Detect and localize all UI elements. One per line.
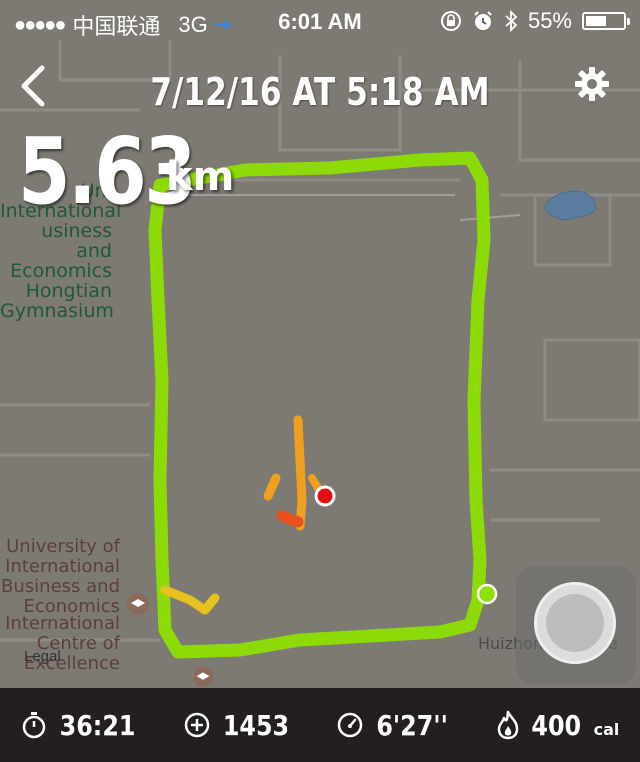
back-chevron-icon[interactable] <box>14 64 54 108</box>
stopwatch-icon <box>22 712 45 739</box>
calories-value: 400 <box>531 708 582 742</box>
stat-duration: 36:21 <box>21 709 142 742</box>
page-title: 7/12/16 AT 5:18 AM <box>150 70 490 114</box>
distance-unit: km <box>166 154 235 200</box>
stat-pace: 6'27'' <box>336 709 454 742</box>
battery-percentage: 55% <box>527 8 572 33</box>
distance-display: 5.63 km <box>18 118 235 225</box>
stats-bar: 36:21 1453 6'27'' 400 cal <box>0 688 640 762</box>
steps-value: 1453 <box>222 708 289 742</box>
battery-icon <box>582 12 630 30</box>
run-summary-screen: Uni International usiness and Economics … <box>0 0 640 762</box>
bluetooth-icon <box>505 10 518 32</box>
speedometer-icon <box>337 712 363 738</box>
settings-gear-icon[interactable] <box>572 64 612 104</box>
current-location-button[interactable] <box>516 566 636 684</box>
map-label-university: University of International Business and… <box>1 536 120 617</box>
start-marker-icon <box>476 583 498 605</box>
location-center-icon <box>546 594 604 652</box>
battery-fill <box>586 16 606 26</box>
duration-value: 36:21 <box>59 708 136 742</box>
end-marker-icon <box>314 485 336 507</box>
school-icon <box>127 593 149 615</box>
legal-link[interactable]: Legal <box>24 648 61 665</box>
school-icon-2 <box>192 666 214 688</box>
steps-icon <box>184 712 210 738</box>
orientation-lock-icon <box>440 11 461 31</box>
pace-value: 6'27'' <box>376 708 448 742</box>
status-right: 55% <box>440 8 630 34</box>
calories-unit: cal <box>593 719 620 739</box>
alarm-icon <box>474 11 492 30</box>
flame-icon <box>497 710 519 740</box>
stat-steps: 1453 <box>183 709 295 742</box>
map-label-centre: International Centre of Excellence <box>5 613 120 674</box>
status-bar: ●●●●● 中国联通 3G 6:01 AM 55% <box>0 0 640 44</box>
stat-calories: 400 cal <box>495 709 619 742</box>
